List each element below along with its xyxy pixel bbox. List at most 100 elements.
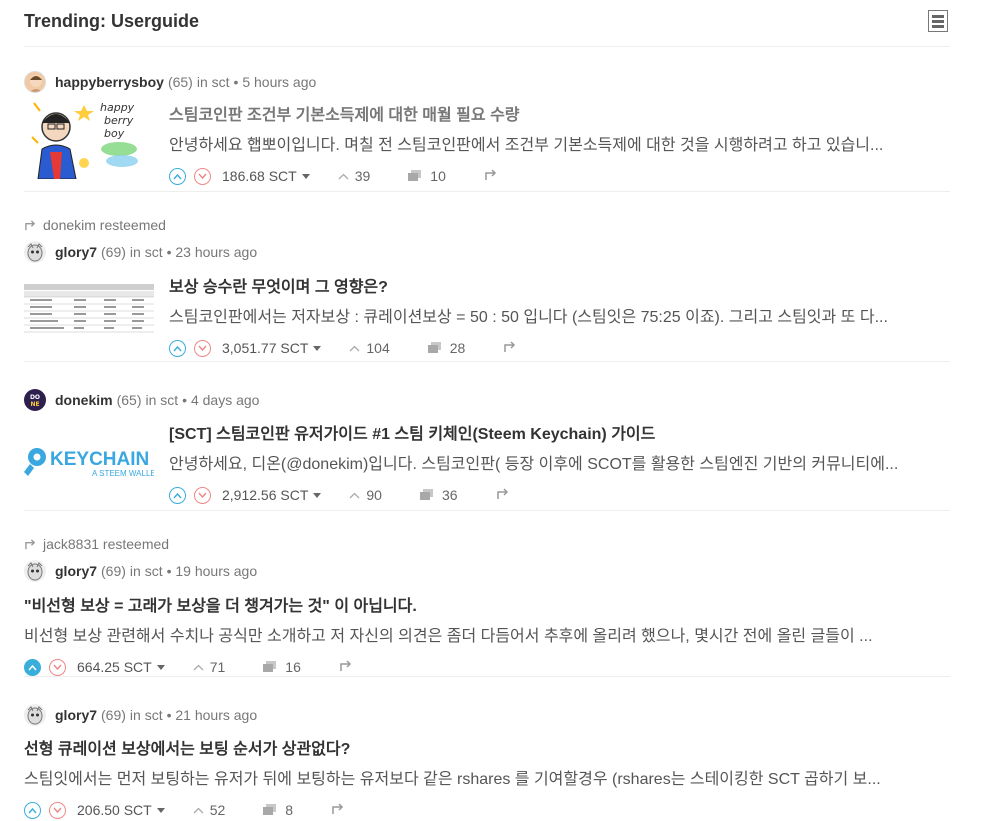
- post-time: • 4 days ago: [182, 392, 260, 408]
- comment-count[interactable]: 16: [263, 659, 301, 675]
- community-link[interactable]: in sct: [145, 392, 178, 408]
- upvote-button[interactable]: [24, 658, 41, 676]
- keychain-logo-icon: [24, 448, 46, 476]
- downvote-button[interactable]: [49, 658, 66, 676]
- chevron-up-icon: [193, 807, 204, 813]
- post-item: glory7 (69) in sct • 21 hours ago 선형 큐레이…: [24, 677, 950, 821]
- post-body: 선형 큐레이션 보상에서는 보팅 순서가 상관없다? 스팀잇에서는 먼저 보팅하…: [24, 735, 950, 819]
- post-time: • 21 hours ago: [166, 707, 258, 723]
- post-title[interactable]: [SCT] 스팀코인판 유저가이드 #1 스팀 키체인(Steem Keycha…: [169, 420, 950, 444]
- post-excerpt[interactable]: 비선형 보상 관련해서 수치나 공식만 소개하고 저 자신의 의견은 좀더 다듬…: [24, 622, 950, 646]
- resteem-icon: [332, 803, 344, 814]
- payout-value[interactable]: 186.68 SCT: [222, 168, 297, 184]
- post-thumbnail[interactable]: KEYCHAIN A STEEM WALLET: [24, 438, 154, 480]
- post-footer: 3,051.77 SCT 104 28: [169, 339, 950, 357]
- post-thumbnail[interactable]: happy berry boy: [24, 97, 154, 179]
- downvote-button[interactable]: [194, 167, 211, 185]
- downvote-button[interactable]: [194, 339, 211, 357]
- post-title[interactable]: 스팀코인판 조건부 기본소득제에 대한 매월 필요 수량: [169, 101, 950, 125]
- post-item: jack8831 resteemed glory7 (69) in sct • …: [24, 511, 950, 677]
- resteem-button[interactable]: [339, 659, 353, 675]
- author-name[interactable]: glory7: [55, 244, 97, 260]
- chevron-down-icon: [198, 492, 207, 498]
- payout-caret-icon[interactable]: [313, 492, 322, 498]
- post-title[interactable]: 보상 승수란 무엇이며 그 영향은?: [169, 273, 950, 297]
- comments-icon: [263, 661, 277, 672]
- comment-count[interactable]: 10: [408, 168, 446, 184]
- vote-count[interactable]: 52: [193, 802, 226, 818]
- chevron-up-icon: [349, 345, 360, 351]
- author-line: happyberrysboy (65) in sct • 5 hours ago: [24, 71, 316, 93]
- vote-count[interactable]: 39: [338, 168, 370, 184]
- post-excerpt[interactable]: 스팀코인판에서는 저자보상 : 큐레이션보상 = 50 : 50 입니다 (스팀…: [169, 303, 950, 327]
- resteemed-by[interactable]: jack8831 resteemed: [43, 536, 169, 552]
- avatar[interactable]: DO NE: [24, 389, 46, 411]
- vote-count-value: 52: [209, 802, 226, 818]
- post-body: 스팀코인판 조건부 기본소득제에 대한 매월 필요 수량 안녕하세요 햅뽀이입니…: [169, 101, 950, 185]
- avatar[interactable]: [24, 560, 46, 582]
- resteem-button[interactable]: [331, 802, 345, 818]
- author-name[interactable]: happyberrysboy: [55, 74, 164, 90]
- post-excerpt[interactable]: 안녕하세요, 디온(@donekim)입니다. 스팀코인판( 등장 이후에 SC…: [169, 450, 950, 474]
- resteem-line: donekim resteemed: [24, 217, 166, 233]
- downvote-button[interactable]: [49, 801, 66, 819]
- author-name[interactable]: donekim: [55, 392, 113, 408]
- vote-count-value: 71: [209, 659, 226, 675]
- thumbnail-text: happy: [100, 101, 135, 114]
- resteem-button[interactable]: [484, 168, 498, 184]
- author-name[interactable]: glory7: [55, 563, 97, 579]
- chevron-up-icon: [193, 664, 204, 670]
- comment-count[interactable]: 28: [427, 340, 465, 356]
- payout-value[interactable]: 3,051.77 SCT: [222, 340, 308, 356]
- resteemed-by[interactable]: donekim resteemed: [43, 217, 166, 233]
- chevron-up-icon: [28, 664, 37, 670]
- community-link[interactable]: in sct: [130, 707, 163, 723]
- upvote-button[interactable]: [169, 486, 186, 504]
- resteem-button[interactable]: [496, 487, 510, 503]
- payout-value[interactable]: 664.25 SCT: [77, 659, 152, 675]
- post-thumbnail[interactable]: [24, 284, 154, 334]
- payout-caret-icon[interactable]: [156, 807, 165, 813]
- resteem-button[interactable]: [503, 340, 517, 356]
- comments-icon: [263, 804, 277, 815]
- comment-count[interactable]: 8: [263, 802, 293, 818]
- author-reputation: (69): [101, 244, 126, 260]
- post-time: • 23 hours ago: [166, 244, 258, 260]
- comment-count[interactable]: 36: [419, 487, 458, 503]
- post-excerpt[interactable]: 안녕하세요 햅뽀이입니다. 며칠 전 스팀코인판에서 조건부 기본소득제에 대한…: [169, 131, 950, 155]
- community-link[interactable]: in sct: [197, 74, 230, 90]
- page-title: Trending: Userguide: [24, 11, 200, 31]
- comment-count-value: 16: [285, 659, 301, 675]
- avatar[interactable]: [24, 241, 46, 263]
- upvote-button[interactable]: [169, 339, 186, 357]
- post-title[interactable]: 선형 큐레이션 보상에서는 보팅 순서가 상관없다?: [24, 735, 950, 759]
- avatar[interactable]: [24, 71, 46, 93]
- payout-caret-icon[interactable]: [313, 345, 322, 351]
- payout-caret-icon[interactable]: [301, 173, 310, 179]
- vote-count[interactable]: 104: [349, 340, 390, 356]
- chevron-up-icon: [173, 345, 182, 351]
- author-line: glory7 (69) in sct • 19 hours ago: [24, 560, 257, 582]
- author-name[interactable]: glory7: [55, 707, 97, 723]
- post-excerpt[interactable]: 스팀잇에서는 먼저 보팅하는 유저가 뒤에 보팅하는 유저보다 같은 rshar…: [24, 765, 950, 789]
- community-link[interactable]: in sct: [130, 563, 163, 579]
- payout-value[interactable]: 206.50 SCT: [77, 802, 152, 818]
- post-footer: 206.50 SCT 52 8: [24, 801, 950, 819]
- upvote-button[interactable]: [169, 167, 186, 185]
- author-line: DO NE donekim (65) in sct • 4 days ago: [24, 389, 259, 411]
- layout-toggle-button[interactable]: [928, 10, 948, 32]
- vote-count[interactable]: 71: [193, 659, 226, 675]
- payout-value[interactable]: 2,912.56 SCT: [222, 487, 308, 503]
- resteem-icon: [25, 219, 36, 230]
- post-footer: 186.68 SCT 39 10: [169, 167, 950, 185]
- downvote-button[interactable]: [194, 486, 211, 504]
- post-title[interactable]: "비선형 보상 = 고래가 보상을 더 챙겨가는 것" 이 아닙니다.: [24, 592, 950, 616]
- author-reputation: (69): [101, 707, 126, 723]
- thumbnail-text: berry: [104, 114, 134, 127]
- upvote-button[interactable]: [24, 801, 41, 819]
- vote-count-value: 104: [366, 340, 390, 356]
- community-link[interactable]: in sct: [130, 244, 163, 260]
- avatar[interactable]: [24, 704, 46, 726]
- payout-caret-icon[interactable]: [156, 664, 165, 670]
- vote-count[interactable]: 90: [349, 487, 382, 503]
